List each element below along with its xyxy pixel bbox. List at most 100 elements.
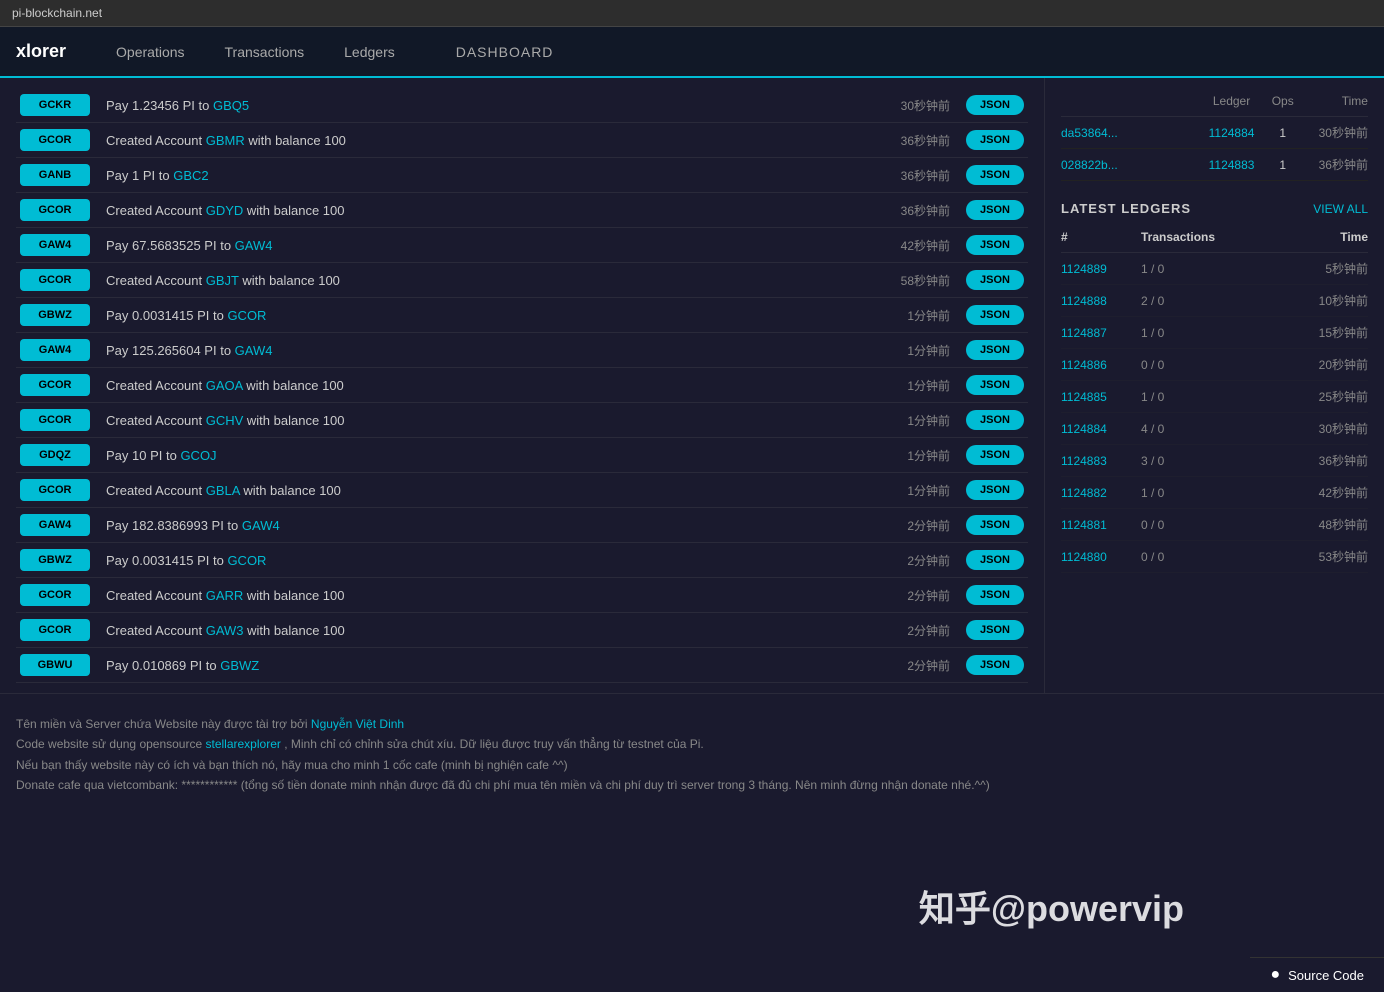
op-highlight[interactable]: GAW4	[235, 238, 273, 253]
view-all-ledgers[interactable]: VIEW ALL	[1313, 202, 1368, 216]
op-highlight[interactable]: GCOR	[227, 308, 266, 323]
source-code-bar[interactable]: ● Source Code	[1250, 957, 1384, 992]
op-description: Created Account GBMR with balance 100	[90, 133, 880, 148]
ledger-row: 1124888 2 / 0 10秒钟前	[1061, 285, 1368, 317]
op-highlight[interactable]: GAOA	[206, 378, 243, 393]
json-button[interactable]: JSON	[966, 305, 1024, 325]
account-badge[interactable]: GCOR	[20, 409, 90, 431]
json-button[interactable]: JSON	[966, 200, 1024, 220]
account-badge[interactable]: GCOR	[20, 199, 90, 221]
op-time: 36秒钟前	[880, 202, 950, 219]
watermark: 知乎@powervip	[919, 880, 1184, 932]
json-button[interactable]: JSON	[966, 445, 1024, 465]
op-highlight[interactable]: GBWZ	[220, 658, 259, 673]
op-highlight[interactable]: GAW3	[206, 623, 244, 638]
json-button[interactable]: JSON	[966, 340, 1024, 360]
footer-line2-prefix: Code website sử dụng opensource	[16, 737, 206, 751]
main-content: GCKRPay 1.23456 PI to GBQ530秒钟前JSONGCORC…	[0, 78, 1384, 693]
op-description: Pay 0.0031415 PI to GCOR	[90, 553, 880, 568]
json-button[interactable]: JSON	[966, 620, 1024, 640]
nav-transactions[interactable]: Transactions	[205, 28, 325, 76]
nav-dashboard[interactable]: DASHBOARD	[436, 28, 574, 76]
op-highlight[interactable]: GAW4	[242, 518, 280, 533]
tx-hash[interactable]: 028822b...	[1061, 158, 1197, 172]
account-badge[interactable]: GDQZ	[20, 444, 90, 466]
ledger-col-num-label: #	[1061, 230, 1141, 244]
json-button[interactable]: JSON	[966, 515, 1024, 535]
account-badge[interactable]: GBWZ	[20, 549, 90, 571]
op-description: Created Account GDYD with balance 100	[90, 203, 880, 218]
ledger-num[interactable]: 1124885	[1061, 390, 1141, 404]
account-badge[interactable]: GCOR	[20, 619, 90, 641]
col-hash-label	[1061, 94, 1197, 108]
ledger-row: 1124883 3 / 0 36秒钟前	[1061, 445, 1368, 477]
op-highlight[interactable]: GCHV	[206, 413, 244, 428]
json-button[interactable]: JSON	[966, 95, 1024, 115]
op-description: Pay 182.8386993 PI to GAW4	[90, 518, 880, 533]
site-title: xlorer	[16, 27, 86, 76]
ledger-num[interactable]: 1124884	[1061, 422, 1141, 436]
op-highlight[interactable]: GAW4	[235, 343, 273, 358]
json-button[interactable]: JSON	[966, 235, 1024, 255]
ledger-num[interactable]: 1124888	[1061, 294, 1141, 308]
footer-line2-link[interactable]: stellarexplorer	[206, 737, 281, 751]
op-highlight[interactable]: GARR	[206, 588, 244, 603]
json-button[interactable]: JSON	[966, 550, 1024, 570]
json-button[interactable]: JSON	[966, 655, 1024, 675]
op-highlight[interactable]: GBQ5	[213, 98, 249, 113]
op-highlight[interactable]: GDYD	[206, 203, 244, 218]
watermark-text: 知乎@powervip	[919, 888, 1184, 929]
op-highlight[interactable]: GBMR	[206, 133, 245, 148]
ledger-time: 10秒钟前	[1298, 292, 1368, 309]
tx-ledger[interactable]: 1124883	[1197, 158, 1265, 172]
ledger-row: 1124887 1 / 0 15秒钟前	[1061, 317, 1368, 349]
account-badge[interactable]: GBWU	[20, 654, 90, 676]
op-description: Created Account GBJT with balance 100	[90, 273, 880, 288]
json-button[interactable]: JSON	[966, 410, 1024, 430]
operation-row: GBWUPay 0.010869 PI to GBWZ2分钟前JSON	[16, 648, 1028, 683]
browser-tab-title: pi-blockchain.net	[12, 6, 102, 20]
account-badge[interactable]: GANB	[20, 164, 90, 186]
op-highlight[interactable]: GCOJ	[180, 448, 216, 463]
ledger-time: 20秒钟前	[1298, 356, 1368, 373]
footer-line1-link[interactable]: Nguyễn Việt Dinh	[311, 717, 404, 731]
tx-ledger[interactable]: 1124884	[1197, 126, 1265, 140]
json-button[interactable]: JSON	[966, 270, 1024, 290]
json-button[interactable]: JSON	[966, 585, 1024, 605]
ledger-num[interactable]: 1124881	[1061, 518, 1141, 532]
account-badge[interactable]: GCOR	[20, 374, 90, 396]
account-badge[interactable]: GCOR	[20, 479, 90, 501]
footer: Tên miền và Server chứa Website này được…	[0, 693, 1384, 806]
account-badge[interactable]: GCOR	[20, 129, 90, 151]
json-button[interactable]: JSON	[966, 130, 1024, 150]
ledger-num[interactable]: 1124882	[1061, 486, 1141, 500]
account-badge[interactable]: GAW4	[20, 234, 90, 256]
json-button[interactable]: JSON	[966, 165, 1024, 185]
ledger-num[interactable]: 1124886	[1061, 358, 1141, 372]
ledger-num[interactable]: 1124883	[1061, 454, 1141, 468]
op-description: Created Account GAW3 with balance 100	[90, 623, 880, 638]
ledger-num[interactable]: 1124889	[1061, 262, 1141, 276]
account-badge[interactable]: GAW4	[20, 514, 90, 536]
op-time: 1分钟前	[880, 412, 950, 429]
tx-hash[interactable]: da53864...	[1061, 126, 1197, 140]
json-button[interactable]: JSON	[966, 375, 1024, 395]
ledgers-header: LATEST LEDGERS VIEW ALL	[1061, 201, 1368, 216]
op-highlight[interactable]: GCOR	[227, 553, 266, 568]
op-description: Pay 1.23456 PI to GBQ5	[90, 98, 880, 113]
account-badge[interactable]: GAW4	[20, 339, 90, 361]
op-highlight[interactable]: GBLA	[206, 483, 240, 498]
ledger-num[interactable]: 1124887	[1061, 326, 1141, 340]
json-button[interactable]: JSON	[966, 480, 1024, 500]
account-badge[interactable]: GBWZ	[20, 304, 90, 326]
op-highlight[interactable]: GBJT	[206, 273, 239, 288]
op-highlight[interactable]: GBC2	[173, 168, 208, 183]
nav-ledgers[interactable]: Ledgers	[324, 28, 415, 76]
account-badge[interactable]: GCOR	[20, 584, 90, 606]
nav-operations[interactable]: Operations	[96, 28, 204, 76]
op-description: Created Account GARR with balance 100	[90, 588, 880, 603]
latest-ledgers-section: LATEST LEDGERS VIEW ALL # Transactions T…	[1061, 201, 1368, 573]
account-badge[interactable]: GCKR	[20, 94, 90, 116]
ledger-num[interactable]: 1124880	[1061, 550, 1141, 564]
account-badge[interactable]: GCOR	[20, 269, 90, 291]
